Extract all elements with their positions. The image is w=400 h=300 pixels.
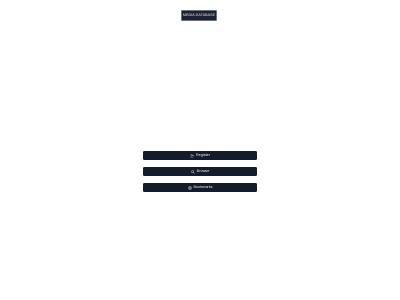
bookmarks-button[interactable]: Bookmarks bbox=[143, 183, 257, 192]
bookmarks-label: Bookmarks bbox=[193, 184, 213, 189]
browse-label: Browse bbox=[196, 168, 210, 173]
landing-page: Media Database Register Browse bbox=[0, 0, 400, 300]
search-icon bbox=[190, 169, 195, 174]
register-button[interactable]: Register bbox=[143, 151, 257, 160]
action-list: Register Browse Bookmarks bbox=[143, 151, 257, 192]
register-label: Register bbox=[195, 152, 211, 157]
bookmark-icon bbox=[187, 185, 192, 190]
logo-text: Media Database bbox=[182, 12, 216, 17]
site-logo[interactable]: Media Database bbox=[181, 10, 217, 21]
user-plus-icon bbox=[190, 153, 194, 158]
browse-button[interactable]: Browse bbox=[143, 167, 257, 176]
